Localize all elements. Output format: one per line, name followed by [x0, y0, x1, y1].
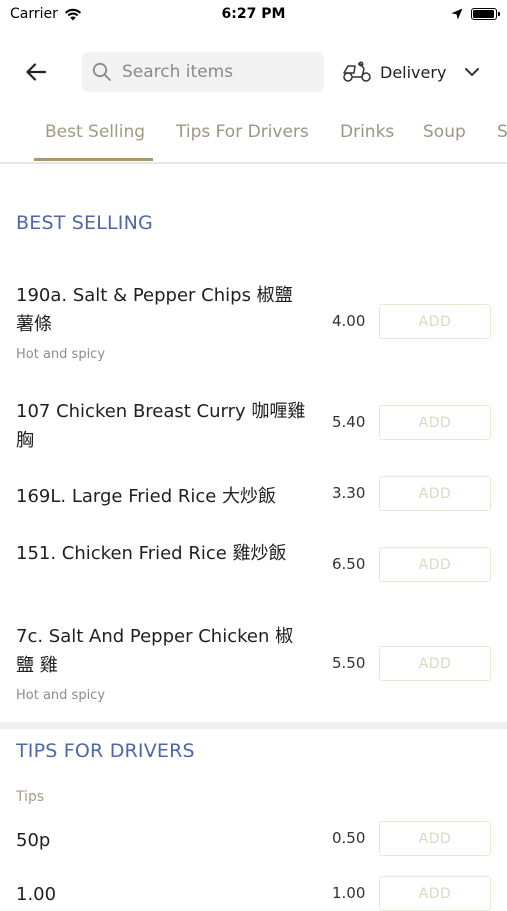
search-icon [92, 62, 111, 81]
search-bar[interactable] [82, 52, 324, 92]
status-right [357, 8, 500, 20]
tab-partial[interactable]: S [497, 122, 507, 142]
carrier-label: Carrier [10, 6, 58, 22]
section-title-best-selling: BEST SELLING [16, 212, 153, 234]
item-price: 1.00 [332, 884, 366, 902]
location-arrow-icon [451, 8, 463, 20]
status-left: Carrier [10, 6, 150, 22]
search-input[interactable] [120, 61, 314, 83]
add-button[interactable]: ADD [379, 547, 491, 582]
status-bar: Carrier 6:27 PM [0, 0, 507, 28]
delivery-label: Delivery [380, 62, 447, 82]
item-price: 3.30 [332, 484, 366, 502]
section-title-tips-for-drivers: TIPS FOR DRIVERS [16, 740, 195, 762]
arrow-left-icon [26, 63, 47, 81]
item-price: 6.50 [332, 555, 366, 573]
category-tabs: Best Selling Tips For Drivers Drinks Sou… [0, 112, 507, 164]
section-divider [0, 722, 507, 729]
item-name: 107 Chicken Breast Curry 咖喱雞胸 [16, 401, 306, 451]
tab-tips-for-drivers[interactable]: Tips For Drivers [176, 122, 309, 142]
tab-best-selling[interactable]: Best Selling [45, 122, 145, 142]
tab-drinks[interactable]: Drinks [340, 122, 394, 142]
scooter-icon [343, 61, 371, 82]
add-button[interactable]: ADD [379, 821, 491, 856]
item-name: 169L. Large Fried Rice 大炒飯 [16, 486, 277, 507]
back-button[interactable] [20, 56, 52, 88]
item-price: 5.40 [332, 413, 366, 431]
add-button[interactable]: ADD [379, 405, 491, 440]
tab-soup[interactable]: Soup [423, 122, 466, 142]
subsection-label: Tips [16, 789, 45, 805]
add-button[interactable]: ADD [379, 646, 491, 681]
add-button[interactable]: ADD [379, 476, 491, 511]
item-name: 190a. Salt & Pepper Chips 椒鹽薯條 [16, 285, 293, 335]
add-button[interactable]: ADD [379, 304, 491, 339]
battery-icon [470, 8, 500, 20]
item-name: 50p [16, 830, 51, 851]
item-description: Hot and spicy [16, 688, 106, 703]
status-time: 6:27 PM [221, 6, 286, 22]
active-tab-indicator [34, 158, 153, 161]
item-name: 7c. Salt And Pepper Chicken 椒 鹽 雞 [16, 626, 294, 676]
wifi-icon [64, 8, 81, 20]
chevron-down-icon [465, 68, 480, 76]
add-button[interactable]: ADD [379, 876, 491, 911]
item-name: 151. Chicken Fried Rice 雞炒飯 [16, 543, 287, 564]
header: Delivery [0, 50, 507, 94]
item-price: 4.00 [332, 312, 366, 330]
item-price: 0.50 [332, 829, 366, 847]
delivery-selector[interactable]: Delivery [342, 56, 480, 88]
item-description: Hot and spicy [16, 347, 106, 362]
item-price: 5.50 [332, 654, 366, 672]
item-name: 1.00 [16, 884, 57, 905]
